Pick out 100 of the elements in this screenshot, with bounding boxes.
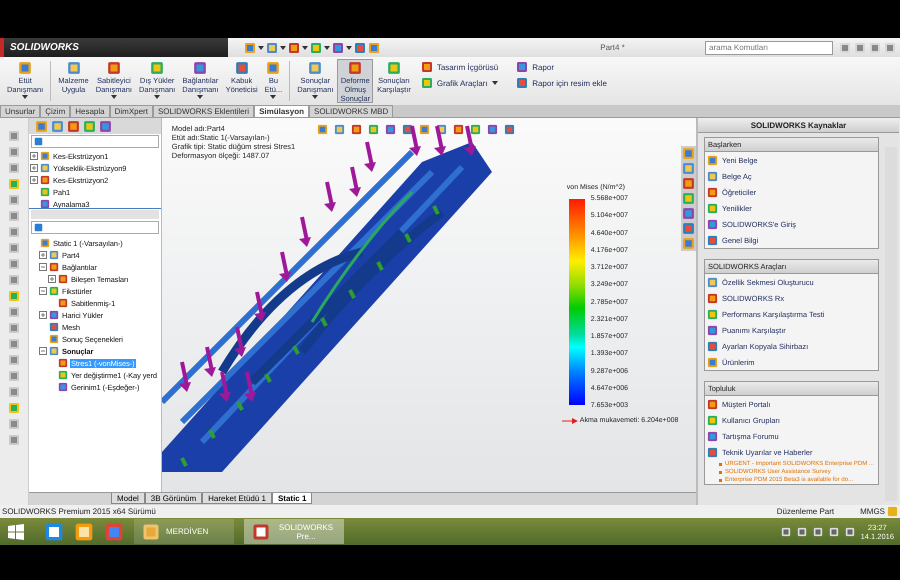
pane-tab-icon[interactable] <box>682 237 695 250</box>
view-tool-icon[interactable] <box>418 124 430 135</box>
tool-icon[interactable] <box>8 322 20 334</box>
tool-icon[interactable] <box>8 130 20 142</box>
tool-icon[interactable] <box>8 178 20 190</box>
tool-icon[interactable] <box>8 274 20 286</box>
tool-icon[interactable] <box>8 226 20 238</box>
panel-tab-icon[interactable] <box>67 120 80 132</box>
expand-icon[interactable] <box>30 176 38 184</box>
pane-tab-icon[interactable] <box>682 222 695 235</box>
view-tool-icon[interactable] <box>316 124 328 135</box>
view-tool-icon[interactable] <box>504 124 515 135</box>
collapse-icon[interactable] <box>39 263 47 271</box>
tool-icon[interactable] <box>8 402 20 414</box>
tool-icon[interactable] <box>8 258 20 270</box>
pane-tab-icon[interactable] <box>682 207 695 220</box>
caret-icon[interactable] <box>324 46 330 50</box>
feature-icon <box>40 199 50 208</box>
caret-icon[interactable] <box>22 95 28 99</box>
caret-icon[interactable] <box>302 46 308 50</box>
tray-icon[interactable] <box>812 526 823 536</box>
view-tool-icon[interactable] <box>402 124 413 135</box>
tool-icon[interactable] <box>8 242 20 254</box>
pane-tab-icon[interactable] <box>682 177 695 190</box>
toolbar-icon[interactable] <box>354 42 366 54</box>
toolbar-icon[interactable] <box>244 42 256 54</box>
tool-icon[interactable] <box>8 386 20 398</box>
expand-icon[interactable] <box>39 251 47 259</box>
toolbar-icon[interactable] <box>288 42 300 54</box>
toolbar-icon[interactable] <box>332 42 344 54</box>
search-field[interactable]: arama Komutları <box>705 40 833 54</box>
model-tab[interactable]: 3B Görünüm <box>144 493 202 504</box>
view-tool-icon[interactable] <box>334 124 345 135</box>
tray-icon[interactable] <box>796 526 807 536</box>
panel-tab-icon[interactable] <box>35 120 48 132</box>
expand-icon[interactable] <box>30 164 38 172</box>
ribbon-button[interactable]: Rapor <box>514 59 609 75</box>
tool-icon <box>234 61 249 75</box>
collapse-icon[interactable] <box>39 287 47 295</box>
caret-icon[interactable] <box>270 95 276 99</box>
caret-icon[interactable] <box>492 81 498 85</box>
tool-icon[interactable] <box>8 434 20 446</box>
tool-icon[interactable] <box>8 146 20 158</box>
tray-icon[interactable] <box>844 526 855 536</box>
units-text[interactable]: MMGS <box>860 507 885 516</box>
app-icon <box>252 522 270 540</box>
view-tool-icon[interactable] <box>384 124 396 135</box>
panel-tab-icon[interactable] <box>83 120 96 132</box>
caret-icon[interactable] <box>258 46 264 50</box>
view-tool-icon[interactable] <box>486 124 498 135</box>
tool-icon[interactable] <box>8 194 20 206</box>
ribbon-button[interactable]: Grafik Araçları <box>418 75 500 91</box>
view-tool-icon[interactable] <box>452 124 464 135</box>
ribbon-tab[interactable]: SOLIDWORKS Eklentileri <box>152 105 254 117</box>
ribbon-tab[interactable]: Çizim <box>40 105 70 117</box>
expand-icon[interactable] <box>48 275 56 283</box>
windows-start-icon[interactable] <box>8 524 24 540</box>
pane-tab-icon[interactable] <box>682 147 695 160</box>
tool-icon[interactable] <box>8 354 20 366</box>
force-arrow <box>464 126 476 156</box>
view-tool-icon[interactable] <box>350 124 362 135</box>
filter-field[interactable] <box>31 135 159 148</box>
toolbar-icon[interactable] <box>368 42 380 54</box>
caret-icon[interactable] <box>280 46 286 50</box>
filter-field[interactable] <box>31 221 159 234</box>
ribbon-button[interactable]: Tasarım İçgörüsü <box>418 59 500 75</box>
view-tool-icon[interactable] <box>470 124 481 135</box>
ribbon-tab[interactable]: Hesapla <box>70 105 110 117</box>
pane-tab-icon[interactable] <box>682 162 695 175</box>
horizontal-scrollbar[interactable] <box>31 210 159 219</box>
ribbon-tab[interactable]: SOLIDWORKS MBD <box>308 105 394 117</box>
caret-icon[interactable] <box>110 95 117 99</box>
app-icon[interactable] <box>74 522 94 542</box>
panel-tab-icon[interactable] <box>99 120 112 132</box>
tool-icon[interactable] <box>8 210 20 222</box>
tray-icon[interactable] <box>828 526 839 536</box>
tray-icon[interactable] <box>780 526 791 536</box>
tool-icon[interactable] <box>8 290 20 302</box>
taskbar-app[interactable]: MERDİVEN <box>134 519 234 544</box>
tool-icon[interactable] <box>8 306 20 318</box>
caret-icon[interactable] <box>197 95 204 99</box>
caret-icon[interactable] <box>312 95 318 99</box>
expand-icon[interactable] <box>39 311 47 319</box>
ribbon-tab[interactable]: Unsurlar <box>0 105 40 117</box>
model-tab[interactable]: Static 1 <box>272 493 312 504</box>
tool-icon[interactable] <box>8 418 20 430</box>
caret-icon[interactable] <box>346 46 352 50</box>
tool-icon[interactable] <box>8 370 20 382</box>
tool-icon[interactable] <box>8 338 20 350</box>
collapse-icon[interactable] <box>39 347 47 355</box>
panel-tab-icon[interactable] <box>51 120 64 132</box>
ribbon-tab[interactable]: Simülasyon <box>254 105 309 117</box>
ribbon-tab[interactable]: DimXpert <box>110 105 153 117</box>
tool-icon[interactable] <box>8 162 20 174</box>
caret-icon[interactable] <box>154 95 160 99</box>
view-tool-icon[interactable] <box>368 124 379 135</box>
model-tab[interactable]: Hareket Etüdü 1 <box>202 493 272 504</box>
ribbon-button[interactable]: Rapor için resim ekle <box>514 75 609 91</box>
expand-icon[interactable] <box>30 152 38 160</box>
model-tab[interactable]: Model <box>111 493 145 504</box>
